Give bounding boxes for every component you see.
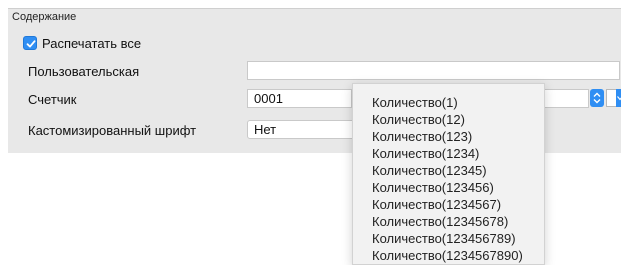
custom-row: Пользовательская [8,59,621,81]
dropdown-option[interactable]: Количество(12345) [372,163,487,178]
dropdown-option[interactable]: Количество(1234567890) [372,248,523,263]
counter-count-stepper[interactable] [590,89,604,107]
print-all-label[interactable]: Распечатать все [42,36,141,51]
dropdown-option[interactable]: Количество(123) [372,129,472,144]
dropdown-option[interactable]: Количество(12345678) [372,214,508,229]
counter-count-select[interactable] [543,89,589,108]
counter-input[interactable]: 0001 [247,89,352,108]
counter-extra-select-arrow[interactable] [616,89,621,107]
chevron-down-icon [617,96,621,101]
dropdown-option[interactable]: Количество(1234) [372,146,479,161]
custom-font-select[interactable]: Нет [247,120,359,139]
custom-font-label: Кастомизированный шрифт [28,123,197,138]
dropdown-option[interactable]: Количество(1234567) [372,197,501,212]
print-all-checkbox[interactable] [23,36,37,50]
print-all-row: Распечатать все [8,33,621,55]
count-dropdown-menu: Количество(1) Количество(12) Количество(… [352,83,545,265]
dropdown-option[interactable]: Количество(123456) [372,180,494,195]
check-icon [26,40,36,48]
dropdown-option[interactable]: Количество(1) [372,95,458,110]
dropdown-option[interactable]: Количество(123456789) [372,231,516,246]
custom-input[interactable] [247,61,620,80]
dropdown-option[interactable]: Количество(12) [372,112,465,127]
custom-label: Пользовательская [28,64,140,79]
counter-label: Счетчик [28,92,77,107]
panel-title: Содержание [12,11,77,23]
up-down-chevron-icon [593,92,601,104]
